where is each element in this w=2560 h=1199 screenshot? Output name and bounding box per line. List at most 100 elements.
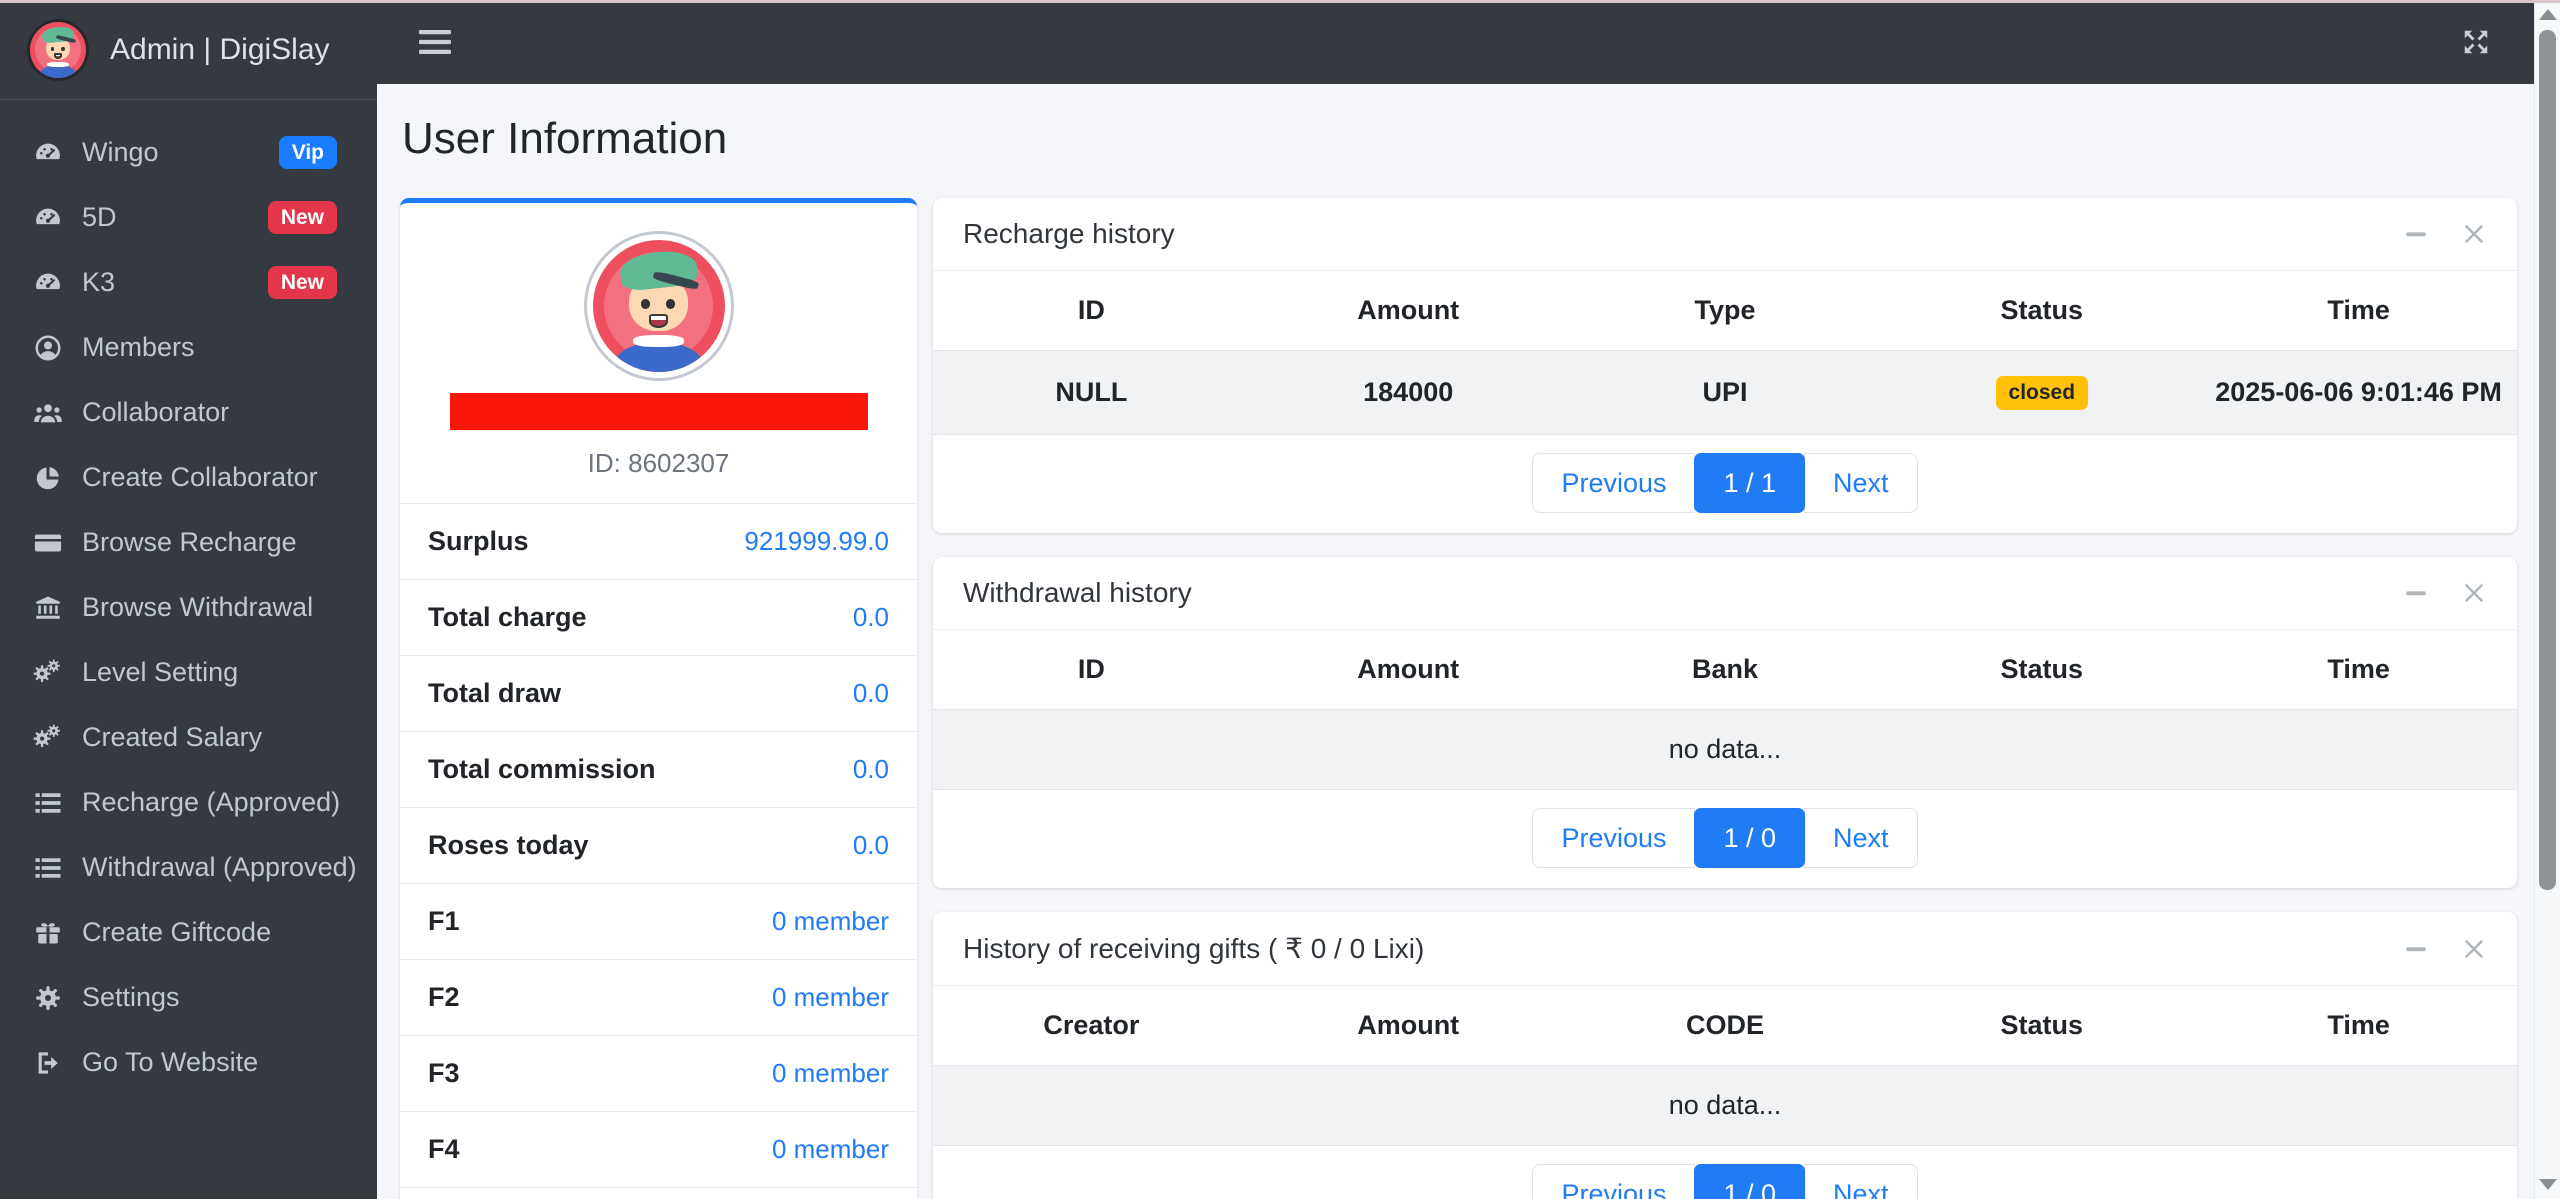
stat-value: 0 member xyxy=(772,906,889,937)
sidebar-item-label: Browse Withdrawal xyxy=(82,592,337,623)
recharge-type-cell: UPI xyxy=(1567,351,1884,435)
sidebar-item-create-giftcode[interactable]: Create Giftcode xyxy=(0,900,377,965)
credit-card-icon xyxy=(30,527,66,559)
page-scrollbar[interactable] xyxy=(2534,0,2560,1199)
sidebar-item-created-salary[interactable]: Created Salary xyxy=(0,705,377,770)
minimize-icon[interactable] xyxy=(2403,580,2429,606)
sidebar-item-5d[interactable]: 5DNew xyxy=(0,185,377,250)
page-indicator[interactable]: 1 / 0 xyxy=(1694,1164,1805,1199)
cogs-icon xyxy=(30,657,66,689)
recharge-id-cell: NULL xyxy=(933,351,1250,435)
previous-button[interactable]: Previous xyxy=(1532,453,1695,513)
scroll-up-arrow[interactable] xyxy=(2539,9,2557,20)
gifts-history-panel: History of receiving gifts ( ₹ 0 / 0 Lix… xyxy=(933,912,2517,1199)
sidebar-nav: WingoVip5DNewK3NewMembersCollaboratorCre… xyxy=(0,100,377,1095)
recharge-history-panel: Recharge history IDAmountTypeStatusTime … xyxy=(933,198,2517,533)
sidebar-item-withdrawal-approved[interactable]: Withdrawal (Approved) xyxy=(0,835,377,900)
sidebar-item-go-to-website[interactable]: Go To Website xyxy=(0,1030,377,1095)
sidebar-badge-new: New xyxy=(268,201,337,234)
profile-stat-row: F30 member xyxy=(400,1035,917,1111)
previous-button[interactable]: Previous xyxy=(1532,808,1695,868)
hamburger-icon[interactable] xyxy=(419,27,451,57)
stat-label: Roses today xyxy=(428,830,589,861)
column-header: Status xyxy=(1883,986,2200,1066)
no-data-cell: no data... xyxy=(933,1066,2517,1146)
close-icon[interactable] xyxy=(2461,936,2487,962)
column-header: Type xyxy=(1567,271,1884,351)
sidebar-item-wingo[interactable]: WingoVip xyxy=(0,120,377,185)
column-header: Status xyxy=(1883,271,2200,351)
scrollbar-thumb[interactable] xyxy=(2539,30,2556,890)
main-area: User Information xyxy=(377,0,2534,1199)
minimize-icon[interactable] xyxy=(2403,221,2429,247)
pie-chart-icon xyxy=(30,462,66,494)
stat-label: Surplus xyxy=(428,526,529,557)
boy-avatar-icon xyxy=(593,240,725,372)
sidebar-item-collaborator[interactable]: Collaborator xyxy=(0,380,377,445)
panel-title: History of receiving gifts ( ₹ 0 / 0 Lix… xyxy=(963,932,2371,965)
stat-label: F1 xyxy=(428,906,460,937)
admin-avatar xyxy=(30,22,86,78)
empty-table-row: no data... xyxy=(933,710,2517,790)
scroll-down-arrow[interactable] xyxy=(2539,1179,2557,1190)
pagination: Previous 1 / 0 Next xyxy=(1532,1164,1917,1199)
tachometer-icon xyxy=(30,137,66,169)
user-id-label: ID: 8602307 xyxy=(400,448,917,479)
pagination-row: Previous 1 / 1 Next xyxy=(933,435,2517,533)
sidebar-item-settings[interactable]: Settings xyxy=(0,965,377,1030)
sidebar-item-browse-recharge[interactable]: Browse Recharge xyxy=(0,510,377,575)
sidebar-item-label: Settings xyxy=(82,982,337,1013)
sidebar-item-level-setting[interactable]: Level Setting xyxy=(0,640,377,705)
bank-icon xyxy=(30,592,66,624)
recharge-amount-cell: 184000 xyxy=(1250,351,1567,435)
status-badge: closed xyxy=(1996,376,2089,410)
user-profile-card: ID: 8602307 Surplus921999.99.0 Total char… xyxy=(400,198,917,1199)
sign-out-icon xyxy=(30,1047,66,1079)
recharge-time-cell: 2025-06-06 9:01:46 PM xyxy=(2200,351,2517,435)
column-header: Time xyxy=(2200,630,2517,710)
brand-header[interactable]: Admin | DigiSlay xyxy=(0,0,377,100)
stat-label: Total commission xyxy=(428,754,656,785)
stat-label: F3 xyxy=(428,1058,460,1089)
minimize-icon[interactable] xyxy=(2403,936,2429,962)
stat-label: F2 xyxy=(428,982,460,1013)
panel-header: Recharge history xyxy=(933,198,2517,271)
profile-stats: Surplus921999.99.0Total charge0.0Total d… xyxy=(400,503,917,1199)
stat-label: F4 xyxy=(428,1134,460,1165)
sidebar-item-members[interactable]: Members xyxy=(0,315,377,380)
previous-button[interactable]: Previous xyxy=(1532,1164,1695,1199)
browser-chrome-edge xyxy=(0,0,2560,3)
sidebar-item-browse-withdrawal[interactable]: Browse Withdrawal xyxy=(0,575,377,640)
next-button[interactable]: Next xyxy=(1804,453,1918,513)
list-icon xyxy=(30,787,66,819)
sidebar-item-label: K3 xyxy=(82,267,268,298)
avatar-collar xyxy=(47,62,68,67)
close-icon[interactable] xyxy=(2461,580,2487,606)
page-indicator[interactable]: 1 / 1 xyxy=(1694,453,1805,513)
no-data-cell: no data... xyxy=(933,710,2517,790)
boy-avatar-icon xyxy=(30,22,86,78)
admin-dashboard-screen: Admin | DigiSlay WingoVip5DNewK3NewMembe… xyxy=(0,0,2560,1199)
column-header: Time xyxy=(2200,986,2517,1066)
profile-stat-row: Total draw0.0 xyxy=(400,655,917,731)
avatar-eye xyxy=(666,299,675,308)
stat-label: Total charge xyxy=(428,602,587,633)
sidebar-item-label: Recharge (Approved) xyxy=(82,787,340,818)
profile-stat-row: Surplus921999.99.0 xyxy=(400,503,917,579)
close-icon[interactable] xyxy=(2461,221,2487,247)
sidebar-item-k3[interactable]: K3New xyxy=(0,250,377,315)
page-indicator[interactable]: 1 / 0 xyxy=(1694,808,1805,868)
gifts-table: CreatorAmountCODEStatusTime no data... xyxy=(933,986,2517,1146)
column-header: Status xyxy=(1883,630,2200,710)
sidebar-item-create-collaborator[interactable]: Create Collaborator xyxy=(0,445,377,510)
sidebar-item-label: Withdrawal (Approved) xyxy=(82,852,357,883)
fullscreen-icon[interactable] xyxy=(2460,27,2492,57)
next-button[interactable]: Next xyxy=(1804,808,1918,868)
profile-stat-row: F20 member xyxy=(400,959,917,1035)
sidebar-item-recharge-approved[interactable]: Recharge (Approved) xyxy=(0,770,377,835)
column-header: ID xyxy=(933,630,1250,710)
cogs-icon xyxy=(30,722,66,754)
tachometer-icon xyxy=(30,267,66,299)
sidebar-item-label: Members xyxy=(82,332,337,363)
next-button[interactable]: Next xyxy=(1804,1164,1918,1199)
